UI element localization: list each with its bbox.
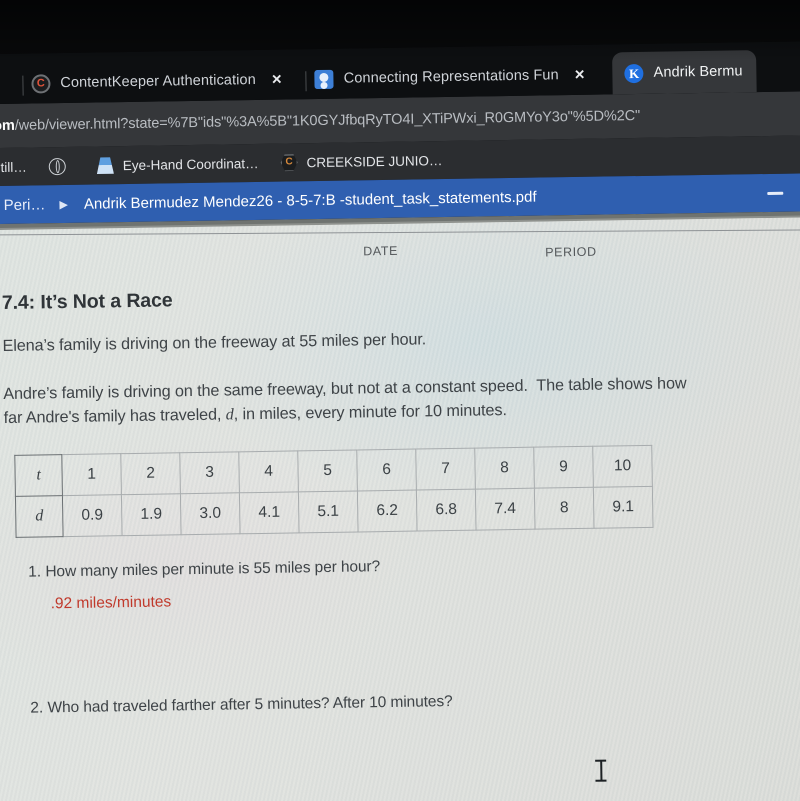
screen-photo: ation × C ContentKeeper Authentication ×… xyxy=(0,0,800,801)
d-cell-10: 9.1 xyxy=(593,486,654,529)
tab-3-active[interactable]: K Andrik Bermu xyxy=(612,50,757,95)
question-1-number: 1. xyxy=(27,563,42,581)
tab-2-close-icon[interactable]: × xyxy=(575,65,585,85)
t-cell-7: 7 xyxy=(415,448,476,490)
t-cell-6: 6 xyxy=(356,448,417,491)
variable-d: d xyxy=(225,405,234,424)
contentkeeper-icon: C xyxy=(280,154,297,171)
t-cell-8: 8 xyxy=(474,447,535,490)
question-list: 1. How many miles per minute is 55 miles… xyxy=(6,551,800,718)
kami-k-icon: K xyxy=(624,63,644,83)
d-cell-5: 5.1 xyxy=(298,490,359,533)
t-cell-5: 5 xyxy=(297,449,358,492)
bookmark-2-label: Eye-Hand Coordinat… xyxy=(122,155,259,173)
person-icon xyxy=(314,69,334,89)
d-cell-6: 6.2 xyxy=(357,489,418,532)
tab-1-close-icon[interactable]: × xyxy=(272,70,282,90)
page-title: 7.4: It’s Not a Race xyxy=(1,289,173,315)
chevron-right-icon: ▶ xyxy=(59,198,68,211)
contentkeeper-icon: C xyxy=(31,73,51,94)
paragraph-2: Andre’s family is driving on the same fr… xyxy=(3,374,687,427)
question-2-text: Who had traveled farther after 5 minutes… xyxy=(47,692,453,717)
address-bar[interactable]: amihq.com/web/viewer.html?state=%7B"ids"… xyxy=(0,98,800,142)
bookmark-globe[interactable] xyxy=(48,157,75,175)
question-1-text: How many miles per minute is 55 miles pe… xyxy=(45,558,381,581)
d-cell-2: 1.9 xyxy=(121,493,182,536)
date-field-label: DATE xyxy=(363,243,399,259)
url-host: amihq.com xyxy=(0,117,15,135)
tab-0[interactable]: ation × xyxy=(0,64,17,105)
t-cell-2: 2 xyxy=(120,452,181,495)
tab-divider xyxy=(22,75,24,96)
browser-window: ation × C ContentKeeper Authentication ×… xyxy=(0,41,800,801)
file-name-label: Andrik Bermudez Mendez26 - 8-5-7:B -stud… xyxy=(83,188,537,213)
bookmark-schools-still[interactable]: Schools Still… xyxy=(0,159,27,175)
tab-1-title: ContentKeeper Authentication xyxy=(60,72,256,92)
d-cell-4: 4.1 xyxy=(239,491,300,534)
breadcrumb[interactable]: Math 3rd Peri… xyxy=(0,196,46,215)
question-2: 2. Who had traveled farther after 5 minu… xyxy=(30,687,800,718)
chair-icon xyxy=(97,157,114,174)
question-2-number: 2. xyxy=(30,699,44,717)
t-cell-3: 3 xyxy=(179,451,240,494)
t-cell-1: 1 xyxy=(61,453,122,496)
tab-2-title: Connecting Representations Fun xyxy=(343,67,559,87)
table-row-d: d 0.9 1.9 3.0 4.1 5.1 6.2 6.8 7.4 8 9.1 xyxy=(15,486,654,538)
bookmark-eye-hand[interactable]: Eye-Hand Coordinat… xyxy=(97,154,259,174)
header-rule xyxy=(0,229,800,236)
kami-window-controls xyxy=(766,180,800,205)
t-cell-9: 9 xyxy=(533,446,594,489)
period-field-label: PERIOD xyxy=(545,244,597,260)
d-cell-1: 0.9 xyxy=(62,494,123,537)
globe-icon xyxy=(48,157,66,175)
pdf-page: ME DATE PERIOD 7.4: It’s Not a Race Elen… xyxy=(0,217,800,801)
text-cursor-icon xyxy=(595,759,607,783)
tab-divider xyxy=(305,71,307,92)
tab-2[interactable]: Connecting Representations Fun × xyxy=(312,55,603,100)
d-cell-3: 3.0 xyxy=(180,492,241,535)
worksheet-form-header: ME DATE PERIOD xyxy=(0,217,800,266)
question-1-answer[interactable]: .92 miles/minutes xyxy=(50,583,800,613)
data-table: t 1 2 3 4 5 6 7 8 9 10 d 0.9 1.9 3.0 4.1… xyxy=(14,444,654,538)
t-cell-10: 10 xyxy=(592,445,653,488)
bookmark-3-label: CREEKSIDE JUNIO… xyxy=(306,152,443,170)
tab-1[interactable]: C ContentKeeper Authentication × xyxy=(29,59,300,103)
tab-3-title: Andrik Bermu xyxy=(653,63,743,81)
row-label-t: t xyxy=(14,454,63,497)
d-cell-9: 8 xyxy=(534,487,595,530)
bookmark-0-label: Schools Still… xyxy=(0,159,27,175)
url-path: /web/viewer.html?state=%7B"ids"%3A%5B"1K… xyxy=(14,107,641,134)
row-label-d: d xyxy=(15,495,64,538)
paragraph-1: Elena’s family is driving on the freeway… xyxy=(2,330,427,356)
pdf-viewport: ME DATE PERIOD 7.4: It’s Not a Race Elen… xyxy=(0,211,800,801)
d-cell-8: 7.4 xyxy=(475,488,536,531)
d-cell-7: 6.8 xyxy=(416,489,477,531)
minimize-button[interactable] xyxy=(766,191,783,195)
t-cell-4: 4 xyxy=(238,450,299,493)
bookmark-creekside[interactable]: C CREEKSIDE JUNIO… xyxy=(280,152,442,172)
question-1: 1. How many miles per minute is 55 miles… xyxy=(28,551,800,614)
